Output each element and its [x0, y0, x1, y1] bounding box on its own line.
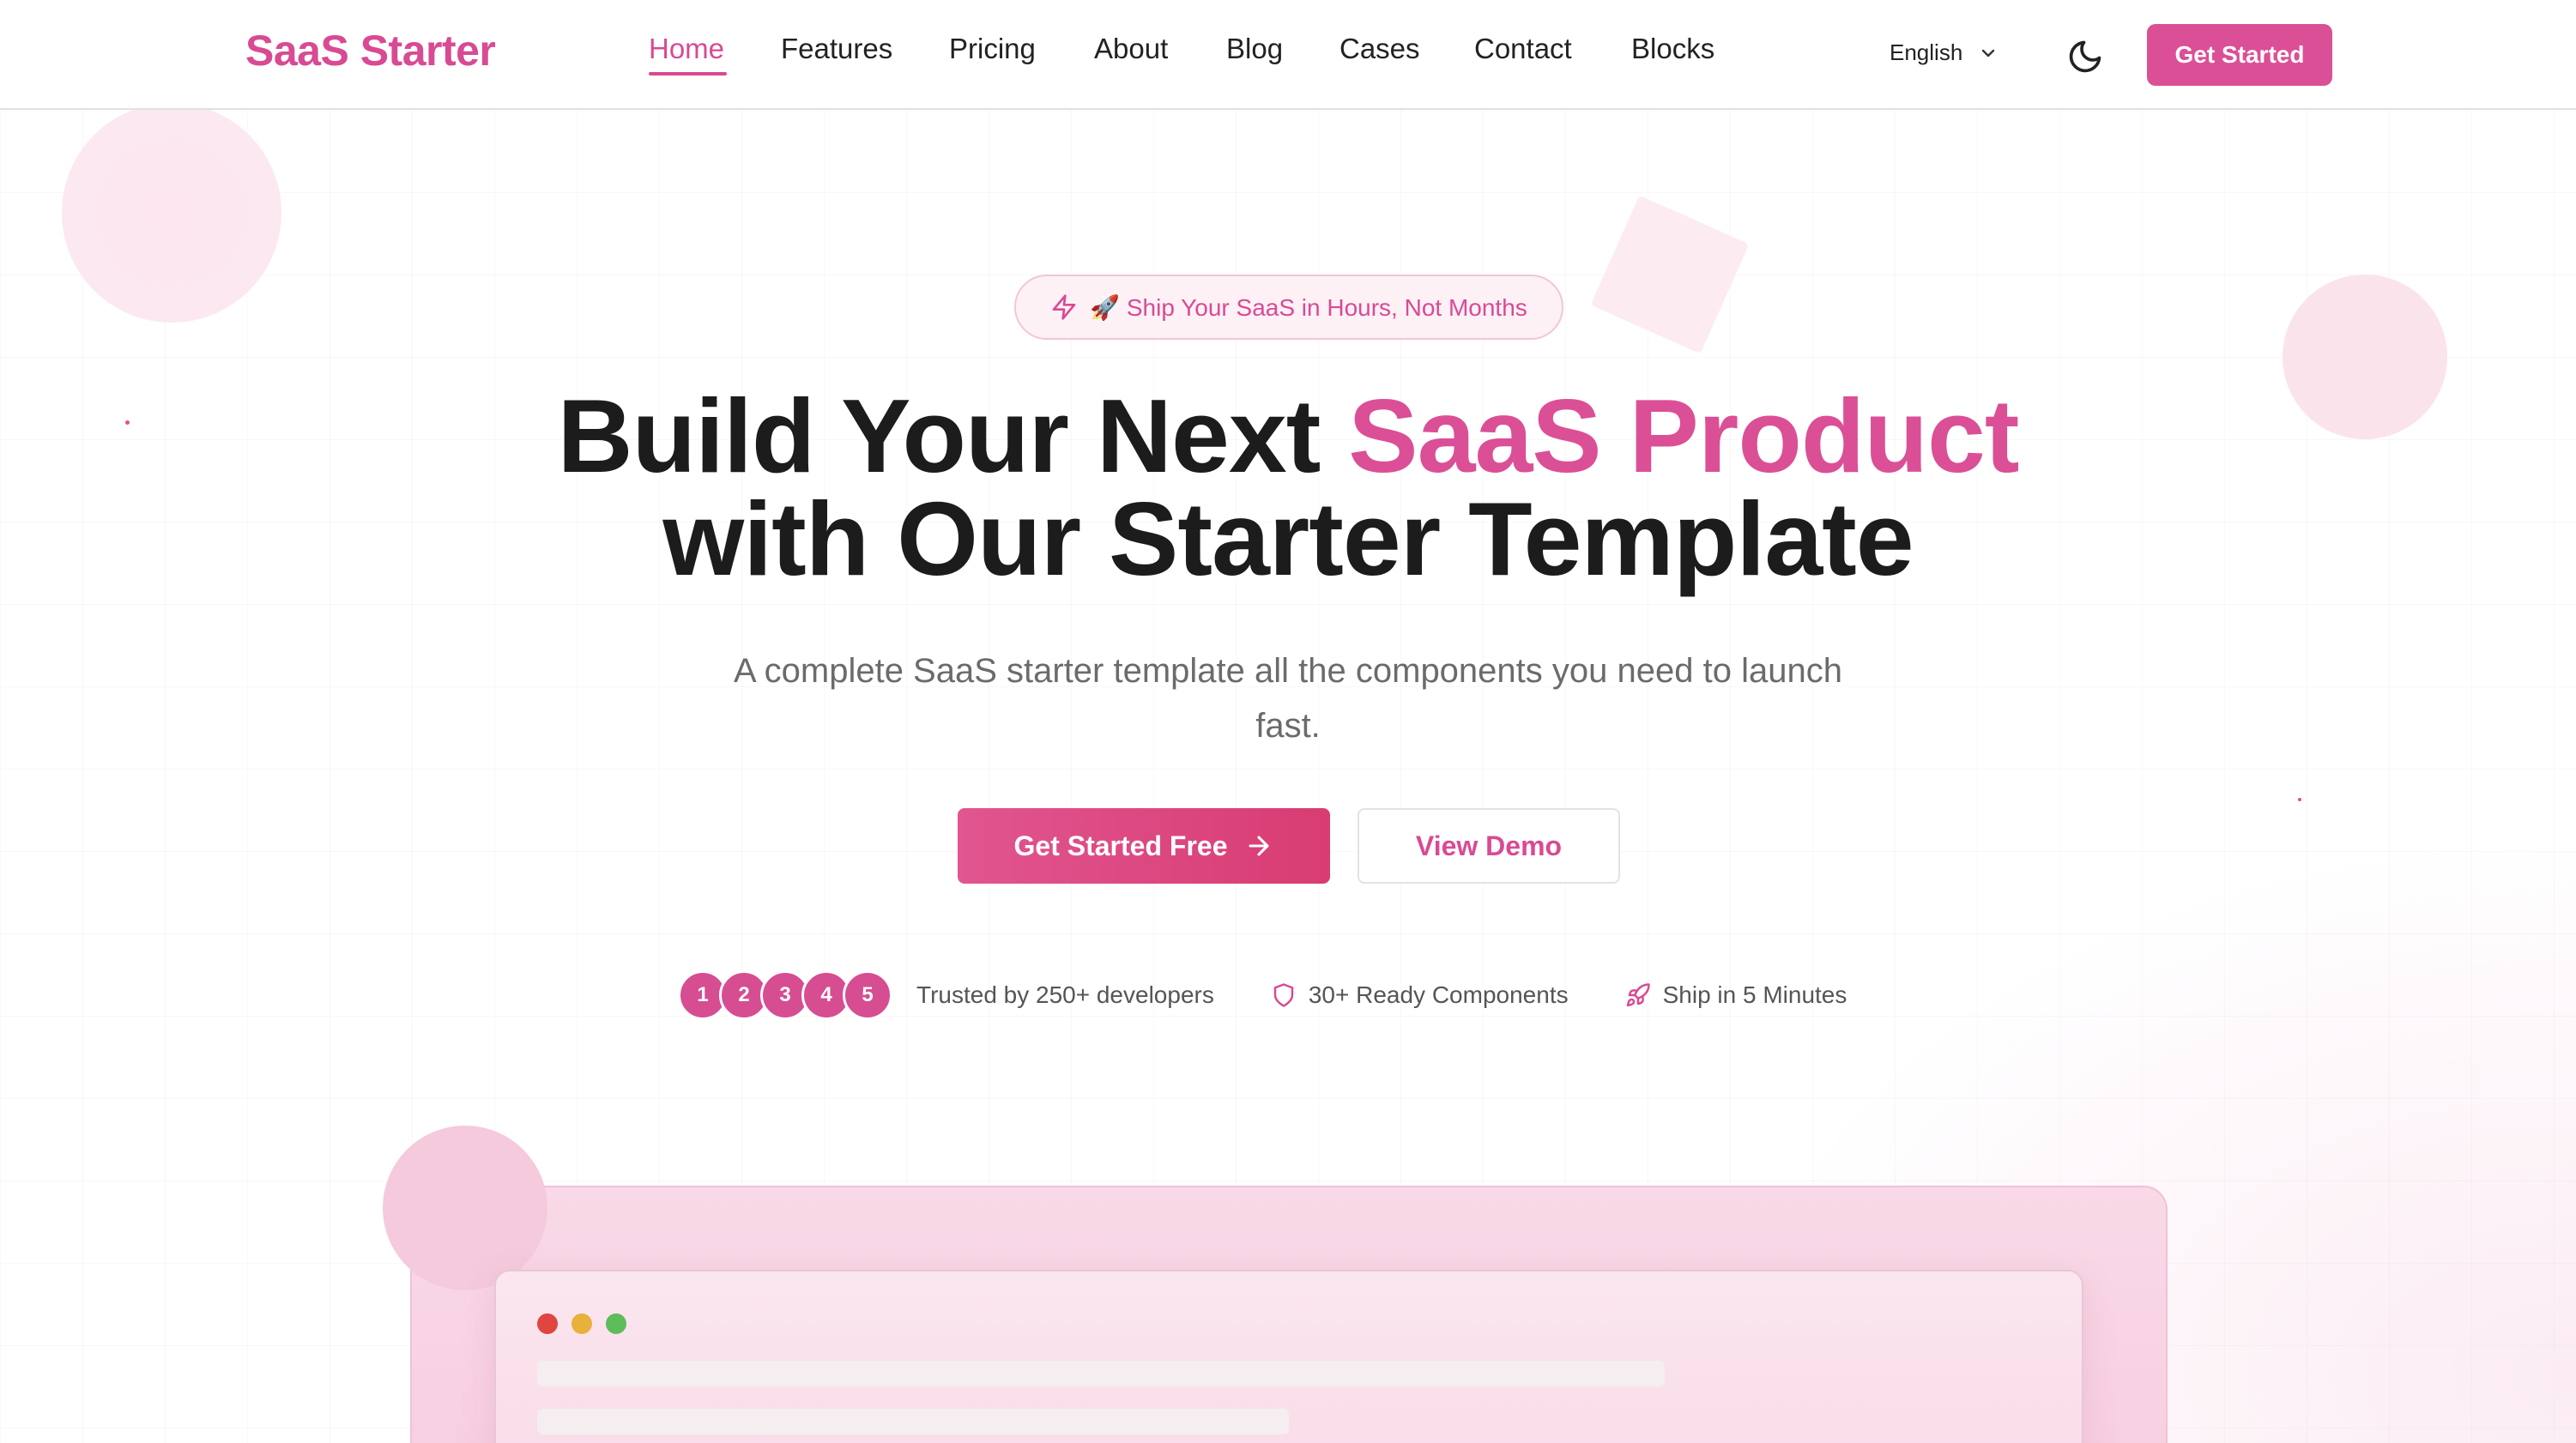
nav-item-about[interactable]: About [1094, 33, 1168, 65]
trust-row: 1 2 3 4 5 Trusted by 250+ developers 30+… [678, 969, 1903, 1021]
window-maximize-dot [606, 1313, 626, 1334]
hero-headline: Build Your Next SaaS Product with Our St… [0, 383, 2576, 591]
nav-item-home[interactable]: Home [649, 33, 724, 65]
view-demo-button[interactable]: View Demo [1358, 808, 1620, 884]
decorative-circle [383, 1126, 547, 1290]
language-label: English [1890, 39, 1963, 65]
theme-toggle-button[interactable] [2066, 38, 2104, 75]
nav-item-blocks[interactable]: Blocks [1631, 33, 1714, 65]
primary-button-label: Get Started Free [1013, 830, 1228, 861]
skeleton-line [537, 1409, 1289, 1434]
shield-icon [1273, 983, 1294, 1007]
decorative-dot [2298, 798, 2301, 801]
moon-icon [2069, 40, 2101, 73]
trust-developers: Trusted by 250+ developers [916, 981, 1214, 1009]
ship-text: Ship in 5 Minutes [1662, 981, 1847, 1008]
components-text: 30+ Ready Components [1308, 981, 1569, 1008]
get-started-button[interactable]: Get Started [2147, 24, 2332, 86]
badge-text: 🚀 Ship Your SaaS in Hours, Not Months [1090, 293, 1527, 321]
hero-subtext: A complete SaaS starter template all the… [734, 652, 1842, 745]
nav-item-blog[interactable]: Blog [1226, 33, 1283, 65]
trust-ship: Ship in 5 Minutes [1625, 981, 1847, 1009]
chevron-down-icon [1982, 49, 1995, 57]
headline-part1: Build Your Next [557, 377, 1349, 494]
nav-item-cases[interactable]: Cases [1339, 33, 1420, 65]
active-nav-indicator [649, 72, 727, 75]
hero-badge: 🚀 Ship Your SaaS in Hours, Not Months [1014, 275, 1563, 340]
lightning-icon [1052, 294, 1076, 320]
nav-item-features[interactable]: Features [781, 33, 892, 65]
avatar-group: 1 2 3 4 5 [678, 970, 892, 1020]
nav-item-pricing[interactable]: Pricing [949, 33, 1036, 65]
trust-components: 30+ Ready Components [1271, 981, 1569, 1009]
avatar: 5 [843, 970, 892, 1020]
rocket-icon [1626, 983, 1650, 1007]
window-close-dot [537, 1313, 558, 1334]
brand-logo[interactable]: SaaS Starter [245, 26, 496, 75]
decorative-circle [62, 103, 281, 323]
get-started-free-button[interactable]: Get Started Free [958, 808, 1330, 884]
headline-part2: with Our Starter Template [662, 480, 1914, 597]
arrow-right-icon [1249, 836, 1269, 856]
window-minimize-dot [571, 1313, 592, 1334]
site-header: SaaS Starter Home Features Pricing About… [0, 0, 2576, 110]
headline-accent: SaaS Product [1348, 377, 2019, 494]
developers-text: Trusted by 250+ developers [916, 981, 1214, 1008]
nav-item-contact[interactable]: Contact [1474, 33, 1572, 65]
language-select[interactable]: English [1890, 39, 1999, 66]
skeleton-line [537, 1361, 1665, 1386]
